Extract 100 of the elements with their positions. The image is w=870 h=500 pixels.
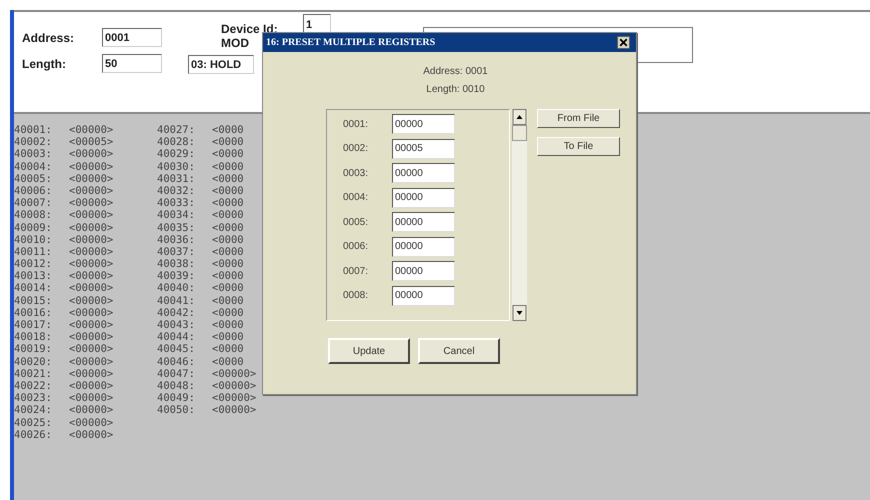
register-value: <0000 xyxy=(212,270,244,282)
register-input[interactable]: 00000 xyxy=(392,188,455,208)
register-value: <00000> xyxy=(69,270,114,282)
to-file-button[interactable]: To File xyxy=(537,137,620,156)
register-address: 40039: xyxy=(157,270,196,282)
register-value: <0000 xyxy=(212,294,244,307)
address-field[interactable]: 0001 xyxy=(102,28,162,47)
dialog-length-text: Length: 0010 xyxy=(426,84,485,95)
register-address: 40030: xyxy=(157,160,196,173)
register-input[interactable]: 00000 xyxy=(392,261,455,281)
register-label: 0001: xyxy=(343,118,370,130)
register-input[interactable]: 00000 xyxy=(392,163,455,183)
register-value: <00000> xyxy=(69,368,114,380)
register-address: 40026: xyxy=(14,428,53,441)
update-button[interactable]: Update xyxy=(328,338,410,364)
register-input[interactable]: 00000 xyxy=(392,286,455,306)
register-address: 40021: xyxy=(14,368,53,380)
from-file-button[interactable]: From File xyxy=(537,109,620,128)
register-value: <00000> xyxy=(69,160,114,173)
register-value: <00000> xyxy=(69,209,114,222)
register-address: 40028: xyxy=(157,136,196,148)
register-address: 40019: xyxy=(14,343,53,356)
register-value: <0000 xyxy=(212,136,244,148)
register-address: 40036: xyxy=(157,234,196,246)
scroll-thumb[interactable] xyxy=(512,125,527,141)
register-value: <0000 xyxy=(212,209,244,222)
register-value: <0000 xyxy=(212,124,244,136)
register-value: <00000> xyxy=(69,343,114,356)
register-input[interactable]: 00005 xyxy=(392,138,455,158)
register-address: 40038: xyxy=(157,258,196,270)
register-value: <0000 xyxy=(212,331,244,344)
register-address: 40002: xyxy=(14,136,53,148)
register-address: 40041: xyxy=(157,294,196,307)
register-value: <00000> xyxy=(212,392,256,404)
register-address: 40045: xyxy=(157,343,196,356)
dialog-address-text: Address: 0001 xyxy=(423,66,488,77)
register-address: 40046: xyxy=(157,356,196,368)
register-value: <0000 xyxy=(212,172,244,185)
register-address: 40017: xyxy=(14,319,53,332)
register-input[interactable]: 00000 xyxy=(392,236,455,256)
function-dropdown[interactable]: 03: HOLD xyxy=(188,55,254,74)
register-value: <00000> xyxy=(69,416,114,429)
register-value: <00000> xyxy=(69,246,114,258)
scroll-down-icon[interactable] xyxy=(512,305,527,321)
register-value: <00000> xyxy=(69,356,114,368)
register-address: 40034: xyxy=(157,209,196,222)
register-label: 0003: xyxy=(343,168,370,178)
register-address: 40007: xyxy=(14,197,53,210)
register-address: 40049: xyxy=(157,392,196,404)
register-address: 40033: xyxy=(157,197,196,210)
register-value: <0000 xyxy=(212,184,244,198)
register-address: 40015: xyxy=(14,294,53,307)
register-value: <00000> xyxy=(212,404,256,416)
register-address: 40009: xyxy=(14,222,53,234)
register-input[interactable]: 00000 xyxy=(392,114,455,134)
cancel-button[interactable]: Cancel xyxy=(418,338,500,364)
register-label: 0008: xyxy=(343,290,370,301)
length-label: Length: xyxy=(22,56,67,70)
register-label: 0004: xyxy=(343,192,370,203)
register-address: 40014: xyxy=(14,282,53,295)
register-value: <00000> xyxy=(69,172,114,185)
close-icon[interactable] xyxy=(617,36,630,49)
register-value: <0000 xyxy=(212,343,244,356)
register-label: 0006: xyxy=(343,241,370,252)
register-value: <00000> xyxy=(69,294,114,307)
register-value: <00000> xyxy=(69,222,114,234)
length-field[interactable]: 50 xyxy=(102,54,162,73)
register-value: <0000 xyxy=(212,258,244,270)
register-address: 40006: xyxy=(14,184,53,198)
register-address: 40008: xyxy=(14,209,53,222)
register-value: <0000 xyxy=(212,246,244,258)
register-value: <0000 xyxy=(212,148,244,161)
register-label: 0002: xyxy=(343,143,370,154)
register-value: <00000> xyxy=(69,258,114,270)
register-value: <00000> xyxy=(69,331,114,344)
register-address: 40024: xyxy=(14,404,53,416)
register-address: 40048: xyxy=(157,380,196,392)
register-address: 40016: xyxy=(14,306,53,319)
register-address: 40003: xyxy=(14,148,53,161)
register-address: 40047: xyxy=(157,368,196,380)
register-address: 40050: xyxy=(157,404,196,416)
register-address: 40025: xyxy=(14,416,53,429)
register-address: 40022: xyxy=(14,380,53,392)
register-address: 40005: xyxy=(14,172,53,185)
register-value: <0000 xyxy=(212,282,244,295)
scroll-up-icon[interactable] xyxy=(512,109,527,125)
register-value: <00000> xyxy=(69,319,114,332)
register-value: <00000> xyxy=(69,124,114,136)
register-address: 40001: xyxy=(14,124,53,136)
register-address: 40032: xyxy=(157,184,196,198)
register-value: <0000 xyxy=(212,306,244,319)
register-value: <0000 xyxy=(212,319,244,332)
register-address: 40027: xyxy=(157,124,196,136)
register-address: 40013: xyxy=(14,270,53,282)
register-label: 0005: xyxy=(343,216,370,228)
scrollbar[interactable] xyxy=(512,109,527,321)
register-input[interactable]: 00000 xyxy=(392,212,455,232)
register-label: 0007: xyxy=(343,266,370,276)
register-address: 40031: xyxy=(157,172,196,185)
register-address: 40018: xyxy=(14,331,53,344)
